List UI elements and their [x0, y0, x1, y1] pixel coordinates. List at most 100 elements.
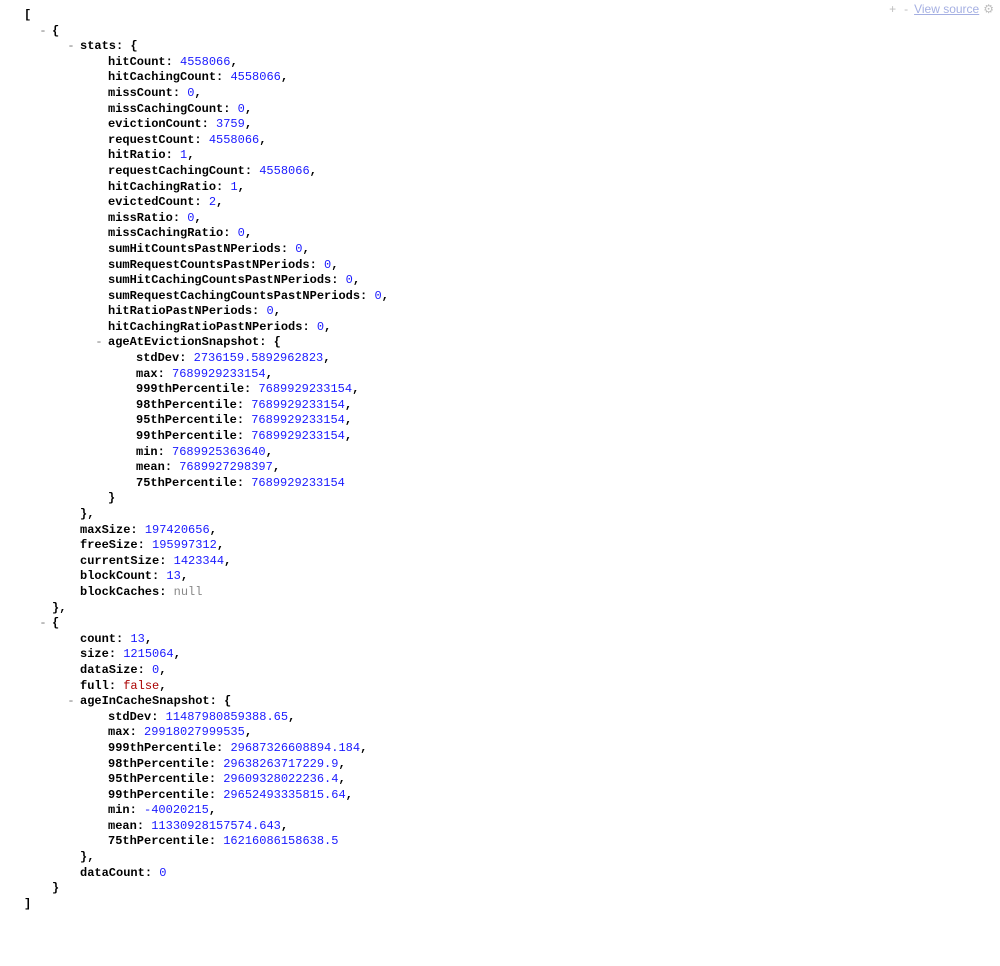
json-row-stdDev: stdDev: 11487980859388.65, — [10, 710, 990, 726]
brace-close: } — [52, 881, 59, 895]
json-value: 7689929233154 — [251, 398, 345, 412]
colon: : — [152, 569, 166, 583]
json-value: 16216086158638.5 — [223, 834, 338, 848]
json-key: hitCachingRatioPastNPeriods — [108, 320, 302, 334]
json-row: [ — [10, 8, 990, 24]
json-row-min: min: -40020215, — [10, 803, 990, 819]
collapse-toggle[interactable]: - — [94, 335, 104, 351]
json-key: 99thPercentile — [136, 429, 237, 443]
json-value: 0 — [317, 320, 324, 334]
json-value: 7689929233154 — [251, 413, 345, 427]
collapse-toggle[interactable]: - — [66, 694, 76, 710]
json-key: 98thPercentile — [108, 757, 209, 771]
json-value: 11487980859388.65 — [166, 710, 288, 724]
json-value: 0 — [346, 273, 353, 287]
brace: { — [52, 616, 59, 630]
json-row: -{ — [10, 616, 990, 632]
json-key: requestCachingCount — [108, 164, 245, 178]
json-key: evictionCount — [108, 117, 202, 131]
comma: , — [346, 788, 353, 802]
comma: , — [187, 148, 194, 162]
json-row-hitCachingCount: hitCachingCount: 4558066, — [10, 70, 990, 86]
json-key: freeSize — [80, 538, 138, 552]
colon: : — [130, 803, 144, 817]
json-value: -40020215 — [144, 803, 209, 817]
json-row-mean: mean: 7689927298397, — [10, 460, 990, 476]
json-value: 7689929233154 — [258, 382, 352, 396]
colon: : — [210, 694, 224, 708]
colon: : — [165, 460, 179, 474]
comma: , — [181, 569, 188, 583]
comma: , — [353, 273, 360, 287]
json-row-sumRequestCachingCountsPastNPeriods: sumRequestCachingCountsPastNPeriods: 0, — [10, 289, 990, 305]
colon: : — [302, 320, 316, 334]
json-row-sumRequestCountsPastNPeriods: sumRequestCountsPastNPeriods: 0, — [10, 258, 990, 274]
json-row-sumHitCountsPastNPeriods: sumHitCountsPastNPeriods: 0, — [10, 242, 990, 258]
json-key: stdDev — [108, 710, 151, 724]
comma: , — [159, 663, 166, 677]
json-key: blockCount — [80, 569, 152, 583]
json-key: ageInCacheSnapshot — [80, 694, 210, 708]
json-row-dataCount: dataCount: 0 — [10, 866, 990, 882]
comma: , — [245, 226, 252, 240]
comma: , — [273, 460, 280, 474]
json-row-ageInCacheSnapshot: -ageInCacheSnapshot: { — [10, 694, 990, 710]
colon: : — [216, 70, 230, 84]
json-value: 7689929233154 — [251, 476, 345, 490]
collapse-toggle[interactable]: - — [38, 24, 48, 40]
json-value: null — [174, 585, 203, 599]
json-row-98thPercentile: 98thPercentile: 29638263717229.9, — [10, 757, 990, 773]
json-row: -{ — [10, 24, 990, 40]
comma: , — [281, 70, 288, 84]
colon: : — [237, 429, 251, 443]
collapse-toggle[interactable]: - — [66, 39, 76, 55]
colon: : — [223, 226, 237, 240]
json-key: 98thPercentile — [136, 398, 237, 412]
comma: , — [224, 554, 231, 568]
json-key: maxSize — [80, 523, 130, 537]
json-row-hitRatioPastNPeriods: hitRatioPastNPeriods: 0, — [10, 304, 990, 320]
json-value: 4558066 — [259, 164, 309, 178]
colon: : — [158, 445, 172, 459]
json-value: false — [123, 679, 159, 693]
colon: : — [109, 679, 123, 693]
json-row-requestCachingCount: requestCachingCount: 4558066, — [10, 164, 990, 180]
json-key: hitCount — [108, 55, 166, 69]
colon: : — [158, 367, 172, 381]
comma: , — [338, 772, 345, 786]
json-value: 7689925363640 — [172, 445, 266, 459]
json-row-stats: -stats: { — [10, 39, 990, 55]
json-value: 11330928157574.643 — [151, 819, 281, 833]
colon: : — [281, 242, 295, 256]
json-key: 75thPercentile — [136, 476, 237, 490]
json-key: 99thPercentile — [108, 788, 209, 802]
colon: : — [209, 772, 223, 786]
json-row-75thPercentile: 75thPercentile: 16216086158638.5 — [10, 834, 990, 850]
json-row-95thPercentile: 95thPercentile: 29609328022236.4, — [10, 772, 990, 788]
brace: ] — [24, 897, 31, 911]
json-key: full — [80, 679, 109, 693]
json-row-size: size: 1215064, — [10, 647, 990, 663]
json-row-hitRatio: hitRatio: 1, — [10, 148, 990, 164]
json-key: dataSize — [80, 663, 138, 677]
comma: , — [209, 803, 216, 817]
json-value: 195997312 — [152, 538, 217, 552]
json-row-blockCount: blockCount: 13, — [10, 569, 990, 585]
json-key: sumRequestCachingCountsPastNPeriods — [108, 289, 360, 303]
brace: { — [130, 39, 137, 53]
json-row-stdDev: stdDev: 2736159.5892962823, — [10, 351, 990, 367]
collapse-toggle[interactable]: - — [38, 616, 48, 632]
json-row-hitCachingRatio: hitCachingRatio: 1, — [10, 180, 990, 196]
json-row-75thPercentile: 75thPercentile: 7689929233154 — [10, 476, 990, 492]
json-value: 29609328022236.4 — [223, 772, 338, 786]
colon: : — [109, 647, 123, 661]
brace: { — [224, 694, 231, 708]
comma: , — [259, 133, 266, 147]
json-row-sumHitCachingCountsPastNPeriods: sumHitCachingCountsPastNPeriods: 0, — [10, 273, 990, 289]
json-value: 0 — [238, 226, 245, 240]
colon: : — [194, 195, 208, 209]
json-key: dataCount — [80, 866, 145, 880]
json-row-mean: mean: 11330928157574.643, — [10, 819, 990, 835]
json-key: evictedCount — [108, 195, 194, 209]
colon: : — [173, 211, 187, 225]
